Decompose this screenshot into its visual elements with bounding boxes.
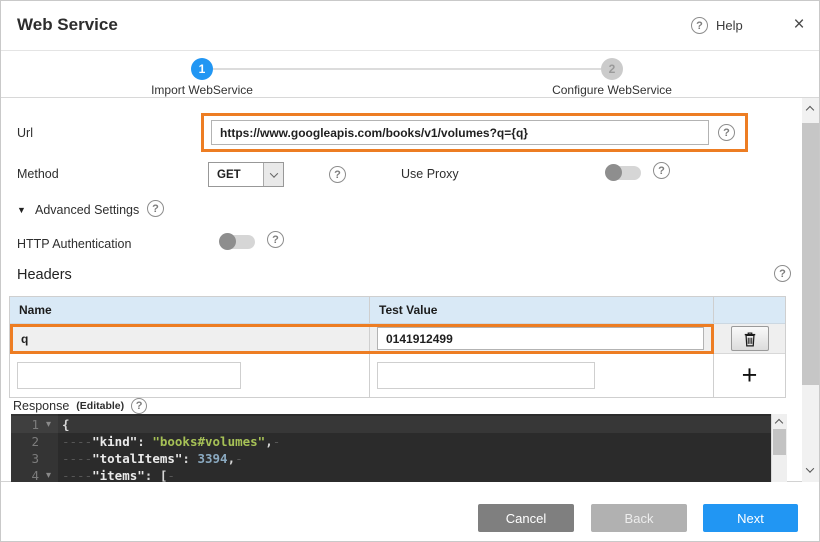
http-auth-toggle[interactable] — [219, 233, 256, 250]
editor-scroll-up-icon[interactable] — [775, 419, 783, 427]
header-row-actions — [714, 324, 785, 353]
new-header-value-input[interactable] — [377, 362, 595, 389]
code-line: 1▾{ — [11, 416, 771, 433]
code-editor-main[interactable]: 1▾{2----"kind": "books#volumes",-3----"t… — [11, 414, 771, 482]
code-text: ----"kind": "books#volumes",- — [58, 433, 280, 450]
code-line: 2 ----"kind": "books#volumes",- — [11, 433, 771, 450]
toggle-knob — [219, 233, 236, 250]
http-auth-help-icon[interactable]: ? — [267, 231, 284, 248]
method-select[interactable]: GET — [208, 162, 284, 187]
fold-spacer — [39, 450, 58, 467]
dialog-title: Web Service — [17, 15, 118, 35]
step-1-indicator[interactable]: 1 — [191, 58, 213, 80]
code-text: ----"items": [- — [58, 467, 175, 482]
use-proxy-help-icon[interactable]: ? — [653, 162, 670, 179]
trash-icon — [743, 331, 757, 347]
headers-section-title: Headers — [17, 267, 72, 283]
url-help-icon[interactable]: ? — [718, 124, 735, 141]
new-header-value-cell — [370, 354, 714, 397]
fold-arrow-icon[interactable]: ▾ — [39, 416, 58, 433]
back-button[interactable]: Back — [591, 504, 687, 532]
code-text: ----"totalItems": 3394,- — [58, 450, 243, 467]
response-code-editor[interactable]: 1▾{2----"kind": "books#volumes",-3----"t… — [11, 414, 787, 482]
url-label: Url — [17, 126, 33, 140]
column-header-test-value: Test Value — [370, 297, 714, 323]
method-selected-value: GET — [209, 163, 263, 186]
fold-arrow-icon[interactable]: ▾ — [39, 467, 58, 482]
method-help-icon[interactable]: ? — [329, 166, 346, 183]
use-proxy-toggle[interactable] — [605, 164, 642, 181]
help-button[interactable]: ? Help — [691, 17, 743, 34]
new-header-row: + — [10, 354, 785, 397]
response-label-row: Response (Editable) ? — [13, 398, 147, 414]
step-1-label: Import WebService — [122, 83, 282, 97]
editor-scrollbar[interactable] — [771, 414, 787, 482]
dialog-scrollbar[interactable] — [802, 98, 820, 482]
next-button[interactable]: Next — [703, 504, 798, 532]
header-name-cell[interactable]: q — [10, 324, 370, 353]
advanced-settings-collapse-icon[interactable]: ▼ — [17, 205, 26, 215]
stepper: 1 Import WebService 2 Configure WebServi… — [1, 51, 819, 98]
dialog-body: Url ? Method GET ? Use Proxy ? ▼ Advance… — [1, 98, 819, 482]
header-row-q: q — [10, 324, 785, 354]
scroll-down-icon[interactable] — [806, 464, 814, 472]
method-label: Method — [17, 167, 59, 181]
step-2-indicator[interactable]: 2 — [601, 58, 623, 80]
line-number: 4 — [11, 467, 39, 482]
headers-table-header-row: Name Test Value — [10, 297, 785, 324]
new-header-name-input[interactable] — [17, 362, 241, 389]
fold-spacer — [39, 433, 58, 450]
scroll-up-icon[interactable] — [806, 106, 814, 114]
http-auth-label: HTTP Authentication — [17, 237, 131, 251]
response-code-lines: 1▾{2----"kind": "books#volumes",-3----"t… — [11, 416, 771, 482]
line-number: 2 — [11, 433, 39, 450]
toggle-knob — [605, 164, 622, 181]
web-service-dialog: Web Service ? Help × 1 Import WebService… — [0, 0, 820, 542]
editor-scrollbar-thumb[interactable] — [773, 429, 786, 455]
help-question-icon: ? — [691, 17, 708, 34]
code-line: 3 ----"totalItems": 3394,- — [11, 450, 771, 467]
use-proxy-label: Use Proxy — [401, 167, 459, 181]
header-value-cell — [370, 324, 714, 353]
code-line: 4▾----"items": [- — [11, 467, 771, 482]
method-dropdown-arrow-box — [263, 163, 283, 186]
response-help-icon[interactable]: ? — [131, 398, 147, 414]
url-input[interactable] — [211, 120, 709, 145]
stepper-connector-line — [213, 68, 601, 70]
new-header-name-cell — [10, 354, 370, 397]
code-text: { — [58, 416, 70, 433]
close-icon[interactable]: × — [787, 13, 811, 37]
url-highlight-box: ? — [201, 113, 748, 152]
chevron-down-icon — [269, 169, 277, 177]
cancel-button[interactable]: Cancel — [478, 504, 574, 532]
column-header-actions — [714, 297, 785, 323]
line-number: 1 — [11, 416, 39, 433]
delete-header-button[interactable] — [731, 326, 769, 351]
response-editable-label: (Editable) — [76, 400, 124, 412]
line-number: 3 — [11, 450, 39, 467]
new-header-actions: + — [714, 354, 785, 397]
column-header-name: Name — [10, 297, 370, 323]
add-header-button[interactable]: + — [742, 362, 758, 389]
footer: Cancel Back Next — [1, 482, 819, 542]
advanced-settings-help-icon[interactable]: ? — [147, 200, 164, 217]
dialog-scrollbar-thumb[interactable] — [802, 123, 820, 385]
titlebar: Web Service ? Help × — [1, 1, 819, 51]
headers-help-icon[interactable]: ? — [774, 265, 791, 282]
step-2-label: Configure WebService — [532, 83, 692, 97]
advanced-settings-label[interactable]: Advanced Settings — [35, 203, 139, 217]
help-label: Help — [716, 18, 743, 33]
header-test-value-input[interactable] — [377, 327, 704, 350]
headers-table: Name Test Value q — [9, 296, 786, 398]
response-label: Response — [13, 399, 69, 413]
